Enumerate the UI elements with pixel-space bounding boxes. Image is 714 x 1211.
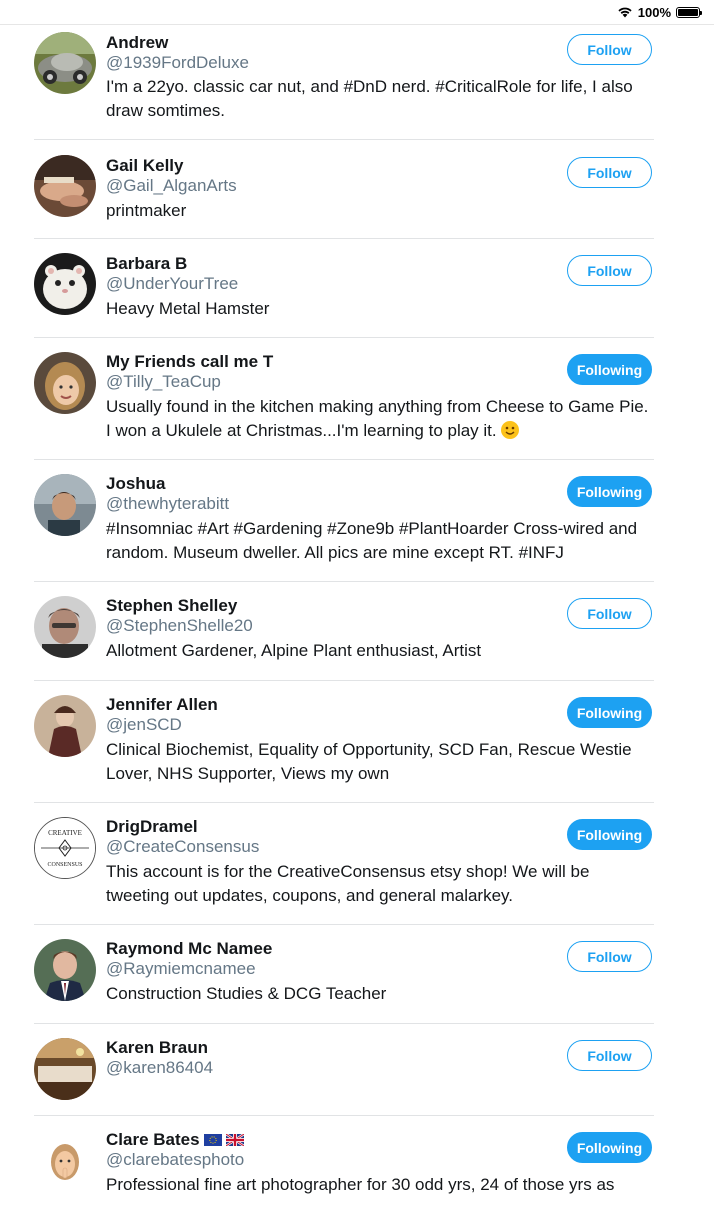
eu-flag-icon (203, 1134, 222, 1146)
avatar[interactable] (34, 474, 96, 536)
account-bio: Heavy Metal Hamster (106, 299, 270, 318)
avatar[interactable] (34, 939, 96, 1001)
uk-flag-icon (225, 1134, 244, 1146)
list-item[interactable]: My Friends call me T @Tilly_TeaCup Usual… (34, 338, 654, 460)
account-handle: @thewhyterabitt (106, 494, 230, 513)
account-handle: @karen86404 (106, 1058, 214, 1077)
account-handle: @Gail_AlganArts (106, 176, 237, 195)
avatar[interactable] (34, 253, 96, 315)
account-name: Gail Kelly (106, 156, 184, 175)
account-bio: Professional fine art photographer for 3… (106, 1175, 615, 1194)
following-button[interactable]: Following (567, 697, 652, 728)
account-name: Barbara B (106, 254, 188, 273)
account-handle: @clarebatesphoto (106, 1150, 245, 1169)
avatar[interactable] (34, 695, 96, 757)
follow-button[interactable]: Follow (567, 34, 652, 65)
battery-percent: 100% (637, 4, 671, 20)
following-button[interactable]: Following (567, 354, 652, 385)
avatar[interactable]: CREATIVE CONSENSUS (34, 817, 96, 879)
avatar[interactable] (34, 352, 96, 414)
account-name: Clare Bates (106, 1130, 200, 1149)
status-indicators: 100% (617, 4, 702, 20)
battery-icon (676, 6, 702, 18)
smiling-face-emoji-icon (501, 420, 520, 439)
account-bio: Usually found in the kitchen making anyt… (106, 397, 649, 440)
account-bio: Allotment Gardener, Alpine Plant enthusi… (106, 641, 482, 660)
follow-button[interactable]: Follow (567, 157, 652, 188)
account-name: Raymond Mc Namee (106, 939, 273, 958)
avatar[interactable] (34, 1038, 96, 1100)
account-bio-wrapper: Usually found in the kitchen making anyt… (106, 395, 651, 442)
account-bio: Construction Studies & DCG Teacher (106, 984, 387, 1003)
account-handle: @UnderYourTree (106, 274, 239, 293)
list-item[interactable]: Raymond Mc Namee @Raymiemcnamee Construc… (34, 925, 654, 1024)
avatar[interactable] (34, 1130, 96, 1192)
account-name: My Friends call me T (106, 352, 274, 371)
account-bio: Clinical Biochemist, Equality of Opportu… (106, 740, 632, 783)
following-button[interactable]: Following (567, 476, 652, 507)
account-name: Andrew (106, 33, 169, 52)
list-item[interactable]: Stephen Shelley @StephenShelle20 Allotme… (34, 582, 654, 681)
account-bio: #Insomniac #Art #Gardening #Zone9b #Plan… (106, 519, 638, 562)
follow-button[interactable]: Follow (567, 255, 652, 286)
account-name: Jennifer Allen (106, 695, 218, 714)
avatar[interactable] (34, 32, 96, 94)
list-item[interactable]: Gail Kelly @Gail_AlganArts printmaker Fo… (34, 140, 654, 239)
account-name-wrapper: Clare Bates (106, 1130, 244, 1150)
avatar-text-bottom: CONSENSUS (47, 862, 82, 868)
account-name: Karen Braun (106, 1038, 209, 1057)
follow-button[interactable]: Follow (567, 598, 652, 629)
account-handle: @Raymiemcnamee (106, 959, 256, 978)
account-name: Joshua (106, 474, 166, 493)
list-item[interactable]: Andrew @1939FordDeluxe I'm a 22yo. class… (34, 25, 654, 140)
avatar[interactable] (34, 155, 96, 217)
follow-button[interactable]: Follow (567, 941, 652, 972)
account-name: Stephen Shelley (106, 596, 238, 615)
account-handle: @jenSCD (106, 715, 182, 734)
list-item[interactable]: CREATIVE CONSENSUS DrigDramel @CreateCon… (34, 803, 654, 925)
list-item[interactable]: Jennifer Allen @jenSCD Clinical Biochemi… (34, 681, 654, 803)
list-item[interactable]: Clare Bates @clarebatesphoto Professiona… (34, 1116, 654, 1211)
account-handle: @Tilly_TeaCup (106, 372, 221, 391)
list-item[interactable]: Karen Braun @karen86404 Follow (34, 1024, 654, 1116)
account-bio: printmaker (106, 201, 187, 220)
list-item[interactable]: Barbara B @UnderYourTree Heavy Metal Ham… (34, 239, 654, 338)
account-handle: @StephenShelle20 (106, 616, 253, 635)
following-button[interactable]: Following (567, 819, 652, 850)
list-item[interactable]: Joshua @thewhyterabitt #Insomniac #Art #… (34, 460, 654, 582)
account-handle: @CreateConsensus (106, 837, 260, 856)
follow-button[interactable]: Follow (567, 1040, 652, 1071)
status-bar: 100% (0, 0, 714, 25)
avatar-text-top: CREATIVE (48, 829, 82, 837)
account-name: DrigDramel (106, 817, 198, 836)
following-button[interactable]: Following (567, 1132, 652, 1163)
account-bio: I'm a 22yo. classic car nut, and #DnD ne… (106, 77, 633, 120)
account-handle: @1939FordDeluxe (106, 53, 249, 72)
avatar[interactable] (34, 596, 96, 658)
follower-list: Andrew @1939FordDeluxe I'm a 22yo. class… (0, 25, 714, 1211)
account-bio: This account is for the CreativeConsensu… (106, 862, 590, 905)
wifi-icon (618, 7, 632, 18)
